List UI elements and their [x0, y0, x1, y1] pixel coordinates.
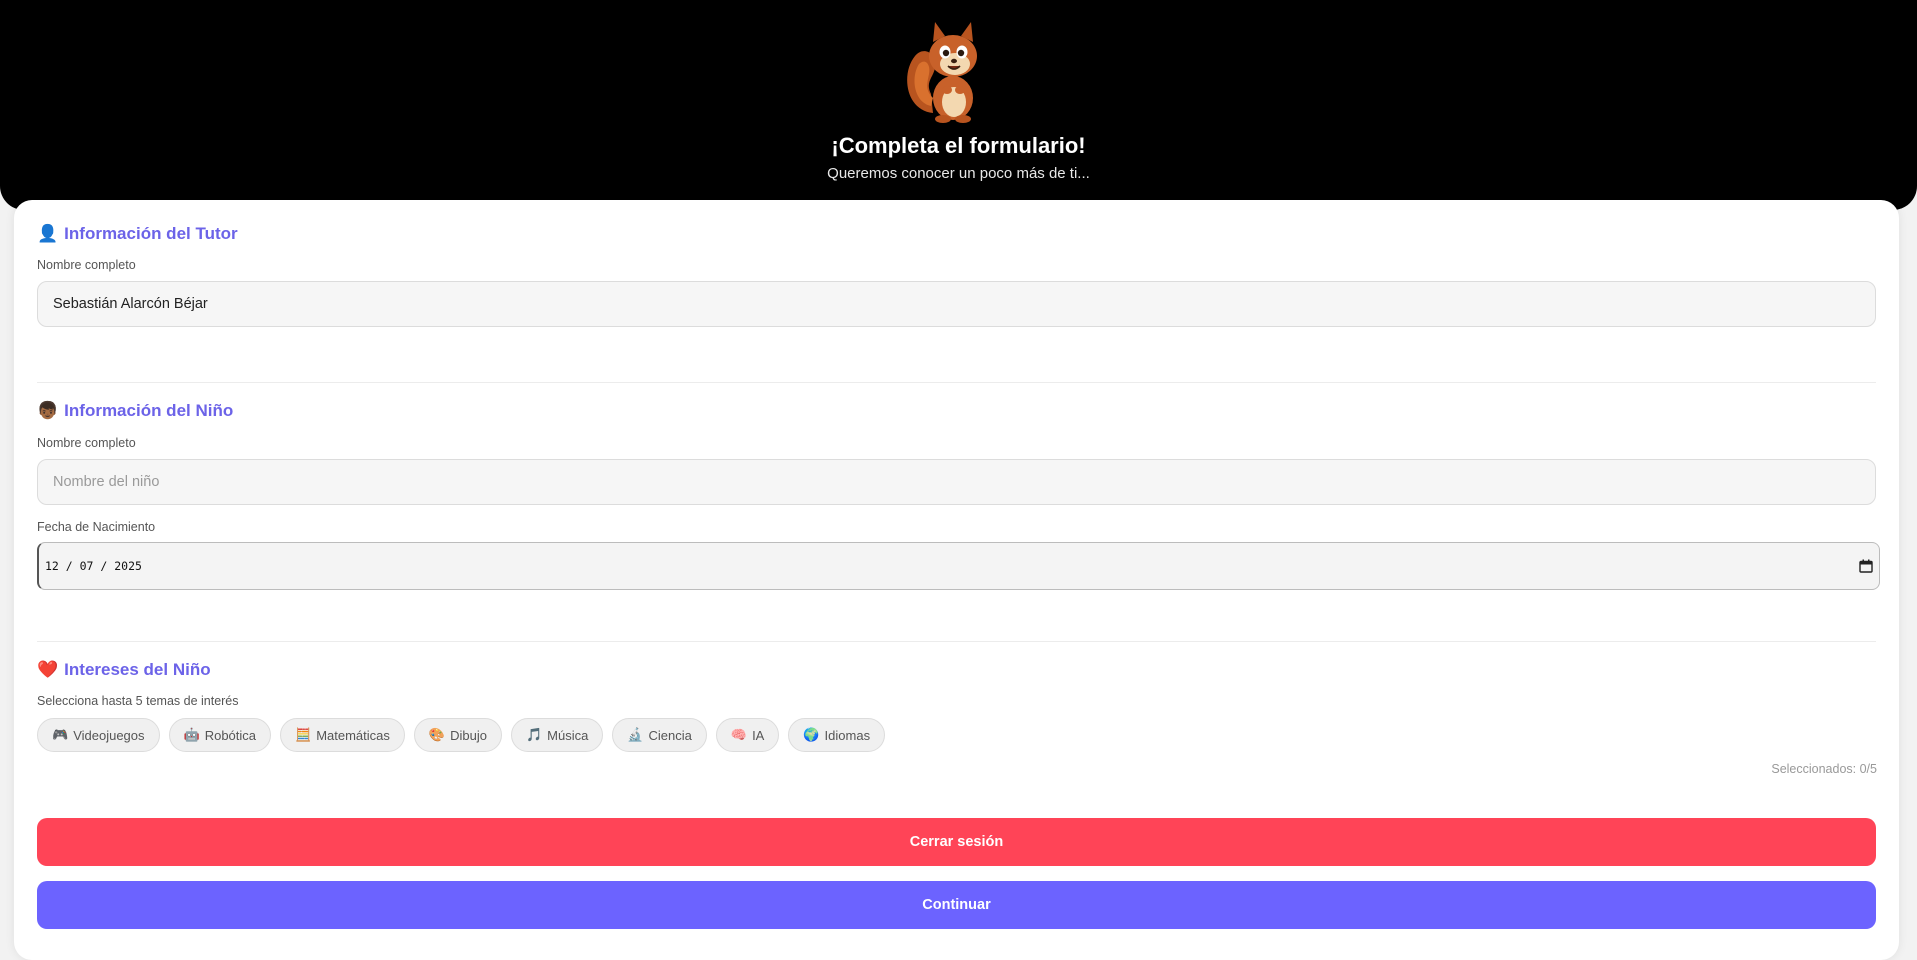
interest-chip-idiomas[interactable]: 🌍 Idiomas	[788, 718, 886, 752]
section-title-child-label: Información del Niño	[64, 401, 234, 420]
gamepad-icon: 🎮	[52, 727, 69, 742]
page-title: ¡Completa el formulario!	[831, 133, 1086, 158]
calendar-icon[interactable]	[1859, 559, 1873, 573]
interest-chip-dibujo[interactable]: 🎨 Dibujo	[413, 718, 502, 752]
chip-label: IA	[752, 727, 765, 743]
section-title-child: 👦🏾 Información del Niño	[37, 401, 233, 421]
chip-label: Idiomas	[824, 727, 871, 743]
brain-icon: 🧠	[730, 727, 748, 742]
continue-button[interactable]: Continuar	[37, 881, 1876, 929]
section-title-tutor: 👤 Información del Tutor	[37, 224, 238, 244]
squirrel-mascot-icon	[907, 22, 977, 123]
interest-chip-matematicas[interactable]: 🧮 Matemáticas	[280, 718, 405, 752]
microscope-icon: 🔬	[627, 727, 644, 742]
birth-date-label: Fecha de Nacimiento	[37, 520, 156, 534]
tutor-name-input[interactable]	[37, 281, 1876, 327]
interest-chip-robotica[interactable]: 🤖 Robótica	[168, 718, 272, 752]
birth-date-input[interactable]: 12 / 07 / 2025	[37, 542, 1880, 590]
chip-label: Ciencia	[648, 727, 692, 743]
chip-label: Dibujo	[450, 727, 487, 743]
child-name-input[interactable]	[37, 459, 1876, 505]
interest-chip-videojuegos[interactable]: 🎮 Videojuegos	[37, 718, 160, 752]
chip-label: Matemáticas	[316, 727, 390, 743]
page-subtitle: Queremos conocer un poco más de ti...	[827, 165, 1090, 182]
boy-icon: 👦🏾	[37, 401, 59, 420]
chip-label: Música	[547, 727, 589, 743]
section-title-interests: ❤️ Intereses del Niño	[37, 660, 211, 680]
header: ¡Completa el formulario! Queremos conoce…	[0, 0, 1917, 210]
chip-label: Videojuegos	[73, 727, 145, 743]
globe-icon: 🌍	[803, 727, 820, 742]
interest-chip-list: 🎮 Videojuegos 🤖 Robótica 🧮 Matemáticas 🎨…	[37, 718, 886, 752]
interest-chip-ia[interactable]: 🧠 IA	[715, 718, 780, 752]
heart-icon: ❤️	[37, 660, 59, 679]
music-note-icon: 🎵	[525, 727, 543, 742]
interests-hint: Selecciona hasta 5 temas de interés	[37, 694, 239, 708]
birth-date-value: 12 / 07 / 2025	[45, 559, 142, 573]
person-icon: 👤	[37, 224, 59, 243]
abacus-icon: 🧮	[295, 727, 312, 742]
child-name-label: Nombre completo	[37, 436, 136, 450]
selected-counter: Seleccionados: 0/5	[1771, 762, 1877, 776]
interest-chip-musica[interactable]: 🎵 Música	[510, 718, 604, 752]
divider	[37, 382, 1876, 383]
chip-label: Robótica	[204, 727, 257, 743]
divider	[37, 641, 1876, 642]
robot-icon: 🤖	[183, 727, 200, 742]
logout-button[interactable]: Cerrar sesión	[37, 818, 1876, 866]
tutor-name-label: Nombre completo	[37, 258, 136, 272]
palette-icon: 🎨	[428, 727, 446, 742]
interest-chip-ciencia[interactable]: 🔬 Ciencia	[612, 718, 707, 752]
section-title-interests-label: Intereses del Niño	[64, 660, 211, 679]
section-title-tutor-label: Información del Tutor	[64, 224, 238, 243]
